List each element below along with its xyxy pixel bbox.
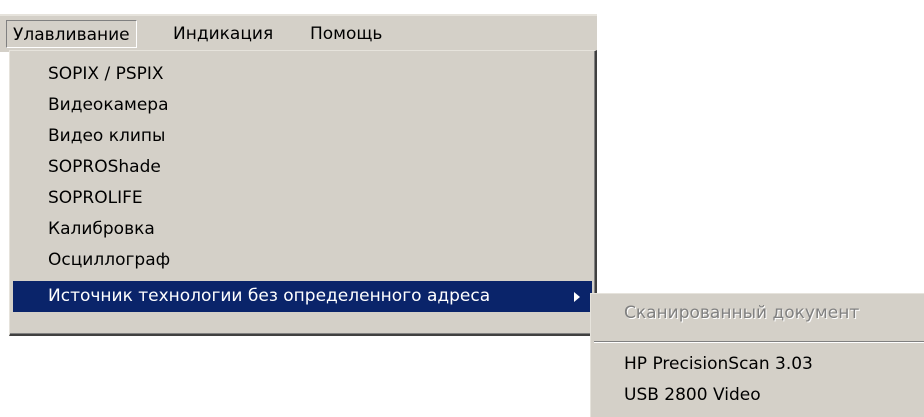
- menu-help[interactable]: Помощь: [304, 20, 388, 48]
- source-submenu: Сканированный документ HP PrecisionScan …: [590, 293, 924, 417]
- menu-item-calibration[interactable]: Калибровка: [13, 214, 592, 245]
- menu-item-videocamera[interactable]: Видеокамера: [13, 90, 592, 121]
- menu-capture[interactable]: Улавливание: [6, 20, 137, 48]
- menu-item-twain-source-label: Источник технологии без определенного ад…: [48, 286, 491, 306]
- menu-item-sopix[interactable]: SOPIX / PSPIX: [13, 59, 592, 90]
- submenu-item-scanned-document: Сканированный документ: [624, 303, 860, 323]
- menu-item-soprolife[interactable]: SOPROLIFE: [13, 183, 592, 214]
- submenu-arrow-icon: [574, 292, 580, 302]
- menu-display[interactable]: Индикация: [167, 20, 279, 48]
- menu-item-video-clips[interactable]: Видео клипы: [13, 121, 592, 152]
- capture-dropdown-menu: SOPIX / PSPIX Видеокамера Видео клипы SO…: [9, 50, 597, 336]
- menu-item-oscillograph[interactable]: Осциллограф: [13, 245, 592, 276]
- menu-bar: Улавливание Индикация Помощь: [0, 14, 597, 52]
- menu-item-twain-source[interactable]: Источник технологии без определенного ад…: [13, 281, 592, 312]
- submenu-item-usb-2800-video[interactable]: USB 2800 Video: [594, 380, 924, 411]
- submenu-item-hp-precisionscan[interactable]: HP PrecisionScan 3.03: [594, 349, 924, 380]
- menu-separator: [594, 341, 924, 343]
- menu-item-soproshade[interactable]: SOPROShade: [13, 152, 592, 183]
